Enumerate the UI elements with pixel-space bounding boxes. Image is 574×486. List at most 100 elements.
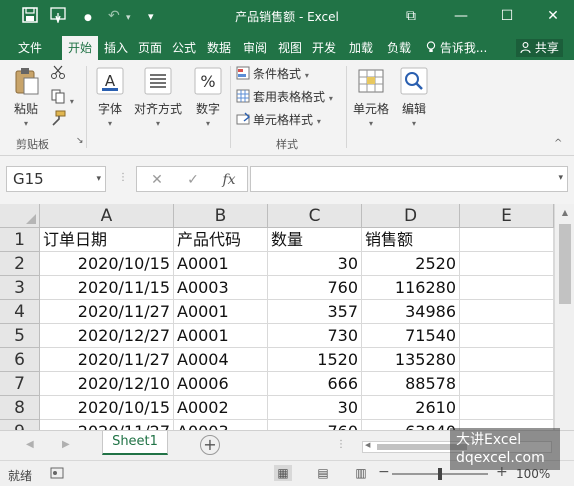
tell-me-box[interactable]: 告诉我...	[426, 36, 487, 60]
column-header-c[interactable]: C	[268, 204, 362, 228]
cell-b8[interactable]: A0002	[174, 396, 268, 420]
column-header-a[interactable]: A	[40, 204, 174, 228]
collapse-ribbon-icon[interactable]: ^	[554, 138, 562, 149]
cells-button[interactable]: 单元格 ▾	[350, 66, 392, 128]
cell-e4[interactable]	[460, 300, 554, 324]
cell-styles-button[interactable]: 单元格样式 ▾	[236, 110, 321, 130]
cell-d2[interactable]: 2520	[362, 252, 460, 276]
cell-d4[interactable]: 34986	[362, 300, 460, 324]
tab-formulas[interactable]: 公式	[168, 36, 200, 60]
cell-a2[interactable]: 2020/10/15	[40, 252, 174, 276]
row-header[interactable]: 4	[0, 300, 40, 324]
page-layout-view-icon[interactable]: ▤	[314, 465, 332, 481]
formula-input[interactable]: ▾	[250, 166, 568, 192]
zoom-knob[interactable]	[438, 468, 442, 480]
cell-d1[interactable]: 销售额	[362, 228, 460, 252]
normal-view-icon[interactable]: ▦	[274, 465, 292, 481]
tab-data[interactable]: 数据	[202, 36, 236, 60]
clipboard-launcher-icon[interactable]: ↘	[76, 136, 84, 146]
cell-a8[interactable]: 2020/10/15	[40, 396, 174, 420]
next-sheet-icon[interactable]: ▶	[62, 439, 70, 450]
cell-a5[interactable]: 2020/12/27	[40, 324, 174, 348]
row-header[interactable]: 5	[0, 324, 40, 348]
ribbon-display-options-icon[interactable]: ⧉	[396, 4, 426, 28]
column-header-e[interactable]: E	[460, 204, 554, 228]
worksheet-grid[interactable]: A B C D E 1 订单日期 产品代码 数量 销售额 2 2020/10/15 A0001…	[0, 204, 554, 430]
cell-b5[interactable]: A0001	[174, 324, 268, 348]
cell-c4[interactable]: 357	[268, 300, 362, 324]
format-painter-icon[interactable]	[50, 110, 66, 130]
maximize-button[interactable]: ☐	[492, 4, 522, 28]
touch-mode-icon[interactable]	[50, 7, 68, 28]
cell-c1[interactable]: 数量	[268, 228, 362, 252]
cut-icon[interactable]	[50, 64, 66, 84]
cell-d7[interactable]: 88578	[362, 372, 460, 396]
cell-b7[interactable]: A0006	[174, 372, 268, 396]
row-header[interactable]: 9	[0, 420, 40, 430]
cell-e3[interactable]	[460, 276, 554, 300]
cell-d8[interactable]: 2610	[362, 396, 460, 420]
editing-button[interactable]: 编辑 ▾	[396, 66, 432, 128]
cell-c9[interactable]: 760	[268, 420, 362, 430]
cell-b9[interactable]: A0003	[174, 420, 268, 430]
cell-b1[interactable]: 产品代码	[174, 228, 268, 252]
cell-e8[interactable]	[460, 396, 554, 420]
cell-c2[interactable]: 30	[268, 252, 362, 276]
format-as-table-button[interactable]: 套用表格格式 ▾	[236, 87, 333, 107]
tab-developer[interactable]: 开发	[308, 36, 340, 60]
column-header-b[interactable]: B	[174, 204, 268, 228]
tab-review[interactable]: 审阅	[238, 36, 272, 60]
cell-c5[interactable]: 730	[268, 324, 362, 348]
cell-c6[interactable]: 1520	[268, 348, 362, 372]
row-header[interactable]: 1	[0, 228, 40, 252]
cell-e1[interactable]	[460, 228, 554, 252]
cell-d6[interactable]: 135280	[362, 348, 460, 372]
paste-button[interactable]: 粘贴 ▾	[8, 66, 44, 128]
cell-a7[interactable]: 2020/12/10	[40, 372, 174, 396]
scroll-up-icon[interactable]: ▲	[555, 206, 574, 220]
tab-add-ins[interactable]: 加载	[344, 36, 378, 60]
cell-b3[interactable]: A0003	[174, 276, 268, 300]
insert-function-icon[interactable]: fx	[217, 170, 241, 190]
cell-a1[interactable]: 订单日期	[40, 228, 174, 252]
tab-view[interactable]: 视图	[274, 36, 306, 60]
tab-home[interactable]: 开始	[62, 36, 98, 60]
row-header[interactable]: 6	[0, 348, 40, 372]
undo-dropdown-icon[interactable]: ▾	[126, 9, 131, 27]
close-button[interactable]: ✕	[538, 4, 568, 28]
cell-e2[interactable]	[460, 252, 554, 276]
share-button[interactable]: 共享	[516, 39, 563, 57]
font-button[interactable]: A 字体 ▾	[90, 66, 130, 128]
cell-d5[interactable]: 71540	[362, 324, 460, 348]
tab-file[interactable]: 文件	[6, 36, 54, 60]
tab-load-test[interactable]: 负载	[382, 36, 416, 60]
customize-qat-icon[interactable]: ▾	[148, 8, 154, 26]
cell-a4[interactable]: 2020/11/27	[40, 300, 174, 324]
cell-c8[interactable]: 30	[268, 396, 362, 420]
add-sheet-icon[interactable]: +	[200, 435, 220, 455]
cell-a6[interactable]: 2020/11/27	[40, 348, 174, 372]
alignment-button[interactable]: 对齐方式 ▾	[132, 66, 184, 128]
tab-splitter-icon[interactable]: ⋮	[336, 439, 346, 450]
name-box-dropdown-icon[interactable]: ▾	[96, 167, 101, 191]
cell-d3[interactable]: 116280	[362, 276, 460, 300]
select-all-corner[interactable]	[0, 204, 40, 228]
cell-e5[interactable]	[460, 324, 554, 348]
zoom-slider[interactable]	[392, 468, 488, 480]
save-icon[interactable]	[22, 7, 38, 28]
minimize-button[interactable]: —	[446, 4, 476, 28]
page-break-view-icon[interactable]: ▥	[352, 465, 370, 481]
previous-sheet-icon[interactable]: ◀	[26, 439, 34, 450]
tab-page-layout[interactable]: 页面	[134, 36, 166, 60]
row-header[interactable]: 7	[0, 372, 40, 396]
undo-icon[interactable]: ↶	[108, 7, 120, 25]
tab-insert[interactable]: 插入	[100, 36, 132, 60]
cell-a9[interactable]: 2020/11/27	[40, 420, 174, 430]
number-format-button[interactable]: % 数字 ▾	[188, 66, 228, 128]
row-header[interactable]: 8	[0, 396, 40, 420]
copy-icon[interactable]: ▾	[50, 88, 74, 108]
enter-icon[interactable]: ✓	[181, 170, 205, 190]
row-header[interactable]: 3	[0, 276, 40, 300]
cancel-icon[interactable]: ✕	[145, 170, 169, 190]
expand-formula-icon[interactable]: ▾	[558, 173, 563, 183]
